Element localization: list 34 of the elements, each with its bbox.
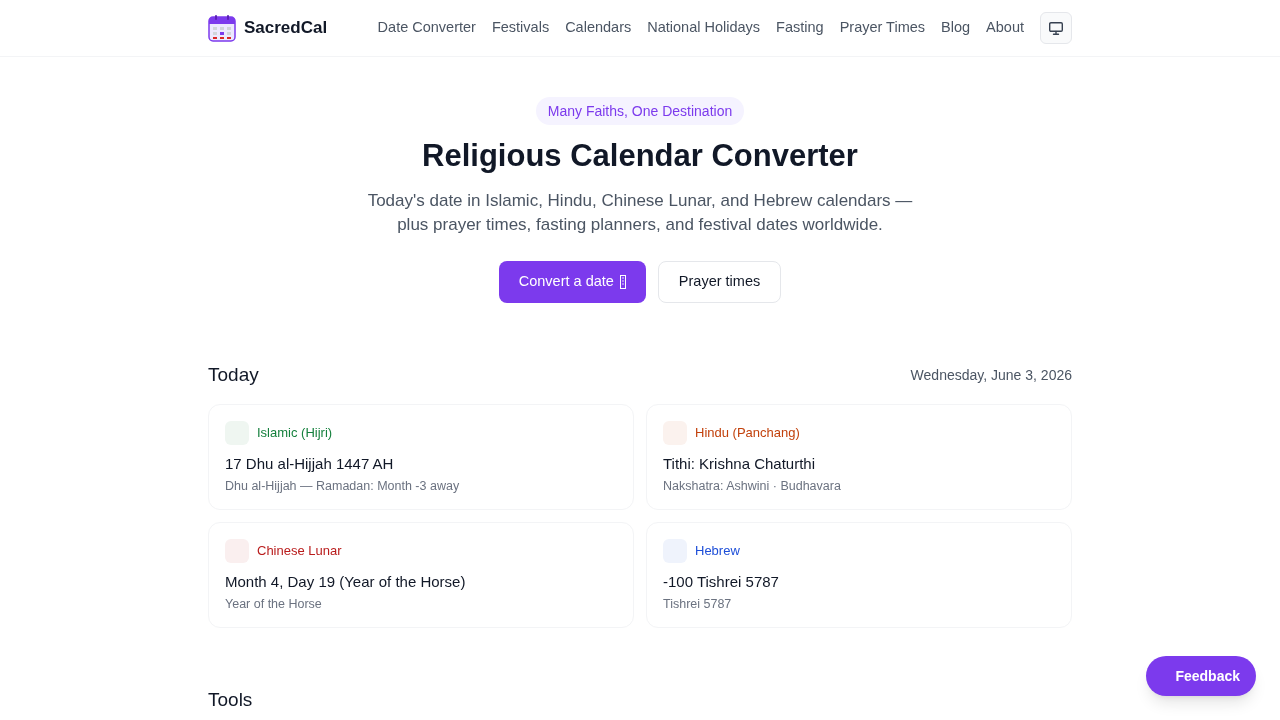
feedback-button[interactable]: Feedback: [1146, 656, 1256, 696]
calendar-name: Chinese Lunar: [257, 541, 342, 560]
calendar-name: Hindu (Panchang): [695, 423, 800, 442]
monitor-icon: [1049, 21, 1063, 35]
nav-link[interactable]: Blog: [941, 17, 971, 39]
calendar-detail: Dhu al-Hijjah — Ramadan: Month -3 away: [225, 477, 461, 495]
section-heading: Today: [208, 363, 259, 387]
convert-button[interactable]: Convert a date: [498, 261, 646, 303]
nav-link[interactable]: Calendars: [565, 17, 632, 39]
nav-link[interactable]: About: [986, 17, 1024, 39]
nav-link[interactable]: National Holidays: [647, 17, 761, 39]
calendar-name: Islamic (Hijri): [257, 423, 333, 442]
glyph-box-icon: [619, 275, 626, 289]
section-heading: Tools: [208, 687, 254, 712]
calendar-date: Month 4, Day 19 (Year of the Horse): [225, 571, 467, 592]
calendar-date: Tithi: Krishna Chaturthi: [663, 453, 816, 474]
calendar-name: Hebrew: [695, 541, 740, 560]
calendar-logo-icon: [208, 14, 236, 42]
secondary-button[interactable]: Prayer times: [657, 261, 782, 303]
calendar-detail: Tishrei 5787: [663, 595, 733, 613]
display-mode-button[interactable]: [1040, 12, 1072, 44]
calendar-detail: Year of the Horse: [225, 595, 323, 613]
calendar-detail: Nakshatra: Ashwini · Budhavara: [663, 477, 842, 495]
nav-link[interactable]: Prayer Times: [839, 17, 926, 39]
page-title: Religious Calendar Converter: [422, 138, 858, 174]
site-logo-text[interactable]: SacredCal: [244, 15, 328, 41]
tagline-badge: Many Faiths, One Destination: [535, 97, 745, 125]
calendar-date: 17 Dhu al-Hijjah 1447 AH: [225, 453, 395, 474]
nav-link[interactable]: Date Converter: [377, 17, 476, 39]
nav-link[interactable]: Festivals: [491, 17, 550, 39]
calendar-date: -100 Tishrei 5787: [663, 571, 780, 592]
hero-description: Today's date in Islamic, Hindu, Chinese Lunar, and Hebrew calendars — plus prayer times, fasting planners, and festival dates worldwide.: [366, 190, 914, 236]
nav-link[interactable]: Fasting: [776, 17, 824, 39]
current-date: Wednesday, June 3, 2026: [910, 365, 1072, 385]
